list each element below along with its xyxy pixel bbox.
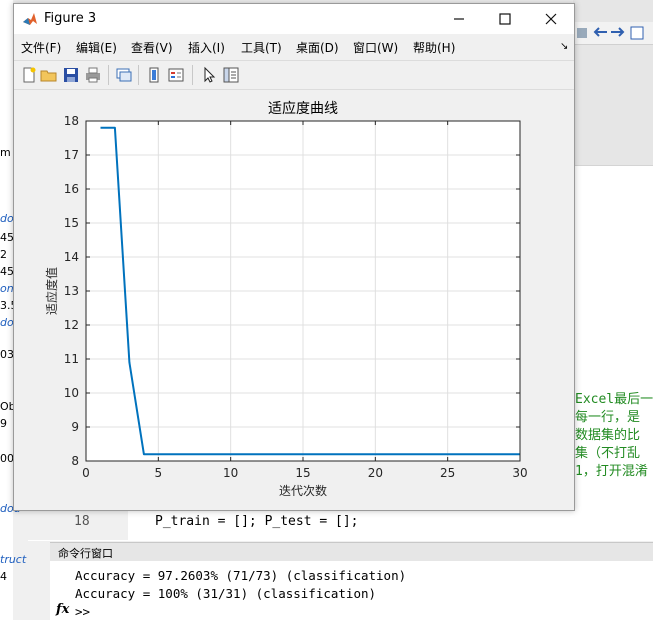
left-fragment: do: [0, 212, 14, 225]
menu-bar: 文件(F) 编辑(E) 查看(V) 插入(I) 工具(T) 桌面(D) 窗口(W…: [14, 36, 574, 58]
left-fragment: 45: [0, 231, 14, 244]
quick-access-toolbar: [573, 22, 653, 45]
left-fragment: truct: [0, 553, 27, 566]
maximize-button[interactable]: [482, 4, 528, 34]
menu-view[interactable]: 查看(V): [131, 39, 173, 56]
command-window[interactable]: Accuracy = 97.2603% (71/73) (classificat…: [50, 561, 653, 620]
command-prompt[interactable]: >>: [75, 604, 90, 619]
save-icon[interactable]: [62, 66, 80, 84]
y-tick-label: 16: [64, 182, 79, 196]
toolbar-separator: [138, 65, 139, 85]
menu-desktop[interactable]: 桌面(D): [296, 39, 339, 56]
menu-tools[interactable]: 工具(T): [241, 39, 282, 56]
undo-icon[interactable]: [593, 27, 607, 37]
colorbar-icon[interactable]: [145, 66, 163, 84]
x-axis-label: 迭代次数: [279, 483, 327, 498]
left-fragment: 45: [0, 265, 14, 278]
x-tick-label: 10: [223, 466, 238, 480]
editor-comment: Excel最后一: [575, 392, 653, 407]
close-icon: [545, 13, 557, 25]
chart-title: 适应度曲线: [268, 100, 338, 117]
matlab-logo-icon: [23, 13, 37, 25]
menu-file[interactable]: 文件(F): [21, 39, 61, 56]
command-output-line: Accuracy = 100% (31/31) (classification): [75, 586, 377, 601]
figure-toolbar: [14, 60, 574, 90]
editor-comment: 每一行，是: [575, 410, 641, 425]
y-tick-label: 11: [64, 352, 79, 366]
switch-window-icon[interactable]: [630, 26, 644, 40]
y-tick-label: 12: [64, 318, 79, 332]
editor-comment: 数据集的比: [575, 428, 641, 443]
editor-comment: 集（不打乱: [575, 446, 641, 461]
y-axis-label: 适应度值: [44, 267, 59, 315]
y-tick-label: 9: [71, 420, 79, 434]
command-output-line: Accuracy = 97.2603% (71/73) (classificat…: [75, 568, 407, 583]
x-tick-label: 30: [512, 466, 527, 480]
open-file-icon[interactable]: [40, 66, 58, 84]
legend-icon[interactable]: [167, 66, 185, 84]
minimize-icon: [454, 18, 464, 20]
cut-icon[interactable]: [577, 28, 587, 38]
link-plot-icon[interactable]: [115, 66, 133, 84]
left-fragment: 2: [0, 248, 7, 261]
x-tick-label: 0: [82, 466, 90, 480]
edit-plot-arrow-icon[interactable]: [200, 66, 218, 84]
command-window-title: 命令行窗口: [58, 547, 113, 560]
desktop-left-panel: do 45 2 45 on 3.5 do 03 Ob 9 00,6 dou tr…: [0, 0, 26, 620]
quick-access-icons: [577, 26, 644, 40]
property-inspector-icon[interactable]: [222, 66, 240, 84]
y-tick-label: 15: [64, 216, 79, 230]
editor-line-number: 18: [74, 514, 90, 529]
left-fragment: 03: [0, 348, 14, 361]
left-fragment: m: [0, 146, 11, 159]
title-bar[interactable]: Figure 3: [14, 4, 574, 34]
menu-insert[interactable]: 插入(I): [188, 39, 225, 56]
toolbar-overflow-icon[interactable]: ↘: [560, 41, 568, 52]
y-tick-label: 8: [71, 454, 79, 468]
toolbar-separator: [192, 65, 193, 85]
command-window-header: 命令行窗口: [50, 542, 653, 562]
close-button[interactable]: [528, 4, 574, 34]
y-tick-label: 14: [64, 250, 79, 264]
left-fragment: 9: [0, 417, 7, 430]
x-tick-label: 20: [368, 466, 383, 480]
left-fragment: 4: [0, 570, 7, 583]
editor-comment: 1，打开混淆: [575, 464, 648, 479]
redo-icon[interactable]: [611, 27, 625, 37]
plot-svg[interactable]: 0 5 10 15 20 25 30 8 9 10 11 12 13 14 15 16 17 18 适应度曲线 迭…: [14, 90, 574, 510]
x-tick-label: 15: [295, 466, 310, 480]
editor-code-line[interactable]: P_train = []; P_test = [];: [155, 514, 359, 529]
print-icon[interactable]: [84, 66, 102, 84]
figure-window[interactable]: Figure 3 文件(F) 编辑(E) 查看(V) 插入(I) 工具(T) 桌…: [13, 3, 575, 511]
y-tick-label: 18: [64, 114, 79, 128]
new-figure-icon[interactable]: [20, 66, 38, 84]
y-tick-label: 13: [64, 284, 79, 298]
y-tick-label: 17: [64, 148, 79, 162]
left-fragment: do: [0, 316, 14, 329]
minimize-button[interactable]: [436, 4, 482, 34]
menu-help[interactable]: 帮助(H): [413, 39, 455, 56]
y-tick-label: 10: [64, 386, 79, 400]
window-title: Figure 3: [44, 11, 97, 26]
left-fragment: on: [0, 282, 14, 295]
figure-canvas[interactable]: 0 5 10 15 20 25 30 8 9 10 11 12 13 14 15 16 17 18 适应度曲线 迭…: [14, 90, 574, 510]
menu-edit[interactable]: 编辑(E): [76, 39, 117, 56]
x-tick-label: 25: [440, 466, 455, 480]
toolbar-separator: [108, 65, 109, 85]
maximize-icon: [499, 13, 511, 25]
fx-icon[interactable]: fx: [56, 602, 69, 617]
x-tick-label: 5: [155, 466, 163, 480]
menu-window[interactable]: 窗口(W): [353, 39, 398, 56]
